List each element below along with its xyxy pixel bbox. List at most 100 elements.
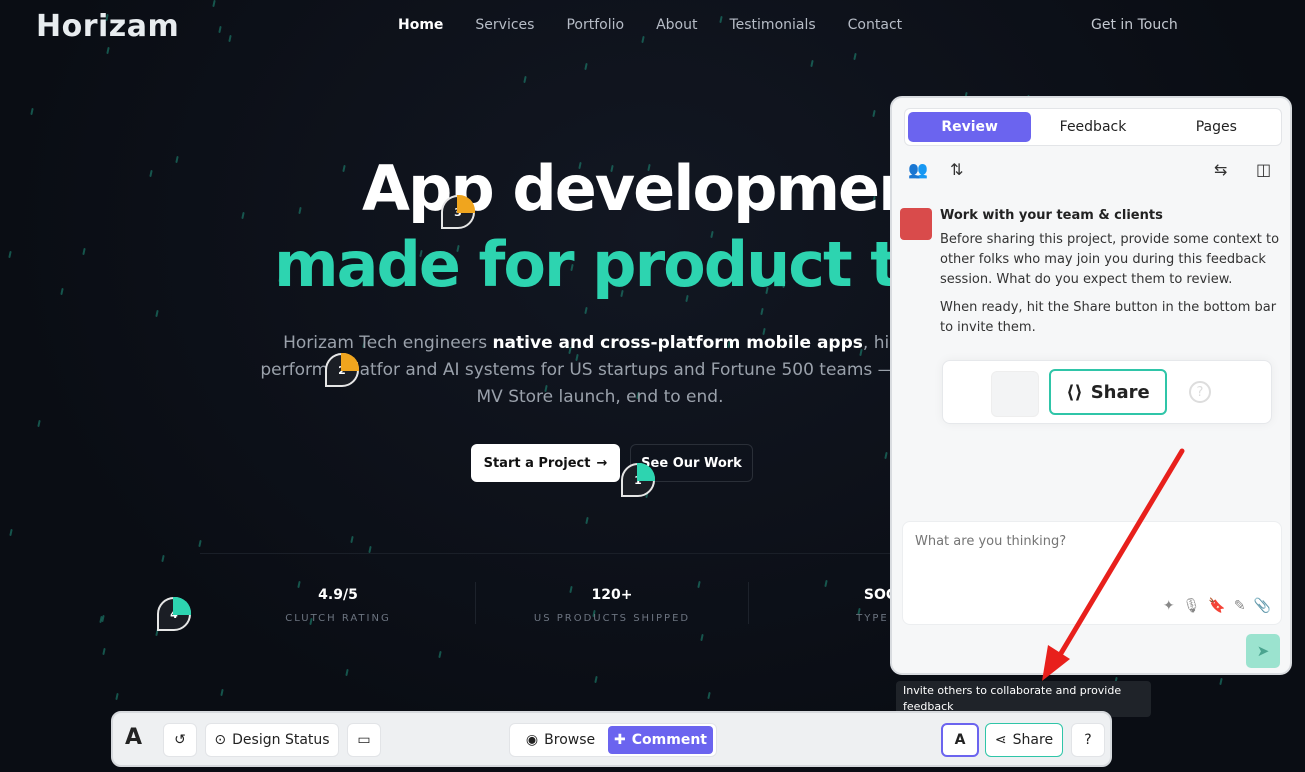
stat-separator	[475, 582, 476, 624]
eye-icon: ◉	[525, 732, 539, 748]
nav-testimonials[interactable]: Testimonials	[729, 17, 815, 33]
rain-streak	[342, 164, 346, 173]
rain-streak	[149, 169, 153, 178]
monitor-icon: ▭	[357, 732, 371, 748]
stat-products: 120+ US PRODUCTS SHIPPED	[533, 587, 691, 624]
message-paragraph: Before sharing this project, provide som…	[940, 232, 1280, 287]
rain-streak	[218, 25, 222, 34]
nav-portfolio[interactable]: Portfolio	[566, 17, 624, 33]
undo-button[interactable]: ↺	[163, 723, 197, 757]
rain-streak	[594, 675, 598, 684]
arrow-right-icon: →	[596, 455, 608, 471]
rain-streak	[700, 633, 704, 642]
rain-streak	[161, 554, 165, 563]
sparkle-icon[interactable]: ✦	[1163, 598, 1175, 614]
rain-streak	[345, 668, 349, 677]
help-icon: ?	[1189, 381, 1211, 403]
tab-pages[interactable]: Pages	[1155, 112, 1278, 142]
nav-about[interactable]: About	[656, 17, 697, 33]
rain-streak	[707, 691, 711, 700]
rain-streak	[9, 528, 13, 537]
site-nav: Home Services Portfolio About Testimonia…	[398, 17, 934, 33]
start-project-button[interactable]: Start a Project →	[471, 444, 620, 482]
attach-icon[interactable]: 📎	[1254, 598, 1271, 614]
stat-separator	[748, 582, 749, 624]
mode-switch: ◉ Browse ✚ Comment	[509, 723, 717, 757]
comment-mode-button[interactable]: ✚ Comment	[608, 726, 713, 754]
sort-icon[interactable]: ⇅	[950, 160, 963, 179]
rain-streak	[584, 306, 588, 315]
rain-streak	[175, 155, 179, 164]
comment-icon: ✚	[614, 732, 626, 748]
avatar	[900, 208, 932, 240]
browse-mode-button[interactable]: ◉ Browse	[513, 732, 608, 748]
share-illustration: ⟨⟩ Share ?	[942, 360, 1272, 424]
pen-icon[interactable]: ✎	[1234, 598, 1246, 614]
nav-home[interactable]: Home	[398, 17, 443, 33]
site-logo[interactable]: Horizam	[36, 9, 179, 44]
design-status-button[interactable]: ⊙ Design Status	[205, 723, 339, 757]
rain-streak	[198, 539, 202, 548]
comment-input[interactable]	[915, 534, 1265, 549]
bookmark-icon[interactable]: 🔖	[1208, 598, 1225, 614]
rain-streak	[438, 650, 442, 659]
rain-streak	[298, 206, 302, 215]
bottom-toolbar: A ↺ ⊙ Design Status ▭ ◉ Browse ✚ Comment A …	[111, 711, 1112, 767]
panel-toolbar: 👥 ⇅ ⇆ ◫	[908, 160, 1280, 186]
share-icon: ⋖	[994, 732, 1007, 748]
rain-streak	[810, 59, 814, 68]
undo-icon: ↺	[174, 732, 186, 748]
app-logo-icon: A	[954, 732, 966, 748]
rain-streak	[641, 35, 645, 44]
nav-contact[interactable]: Contact	[848, 17, 902, 33]
rain-streak	[228, 34, 232, 43]
comment-input-box: ✦ 🎙 🔖 ✎ 📎	[902, 521, 1282, 625]
rain-streak	[1219, 677, 1223, 686]
rain-streak	[872, 109, 876, 118]
invite-avatar-button[interactable]: A	[941, 723, 979, 757]
rain-streak	[585, 516, 589, 525]
rain-streak	[523, 75, 527, 84]
rain-streak	[102, 647, 106, 656]
rain-streak	[584, 62, 588, 71]
share-illustration-button: ⟨⟩ Share	[1049, 369, 1167, 415]
message-paragraph: When ready, hit the Share button in the …	[940, 300, 1277, 335]
device-button[interactable]: ▭	[347, 723, 381, 757]
comment-pin[interactable]: 4	[157, 597, 191, 631]
rain-streak	[350, 535, 354, 544]
share-icon: ⟨⟩	[1066, 381, 1083, 403]
input-actions: ✦ 🎙 🔖 ✎ 📎	[1163, 598, 1271, 614]
sidebar-toggle-icon[interactable]: ◫	[1256, 160, 1271, 179]
tab-feedback[interactable]: Feedback	[1031, 112, 1154, 142]
comment-pin[interactable]: 1	[621, 463, 655, 497]
rain-streak	[106, 46, 110, 55]
share-button[interactable]: ⋖ Share	[985, 723, 1063, 757]
tab-review[interactable]: Review	[908, 112, 1032, 142]
comment-pin[interactable]: 3	[441, 195, 475, 229]
send-button[interactable]: ➤	[1246, 634, 1280, 668]
rain-streak	[60, 287, 64, 296]
get-in-touch-link[interactable]: Get in Touch	[1091, 17, 1178, 33]
rain-streak	[760, 307, 764, 316]
rain-streak	[241, 211, 245, 220]
rain-streak	[115, 692, 119, 701]
comment-pin[interactable]: 2	[325, 353, 359, 387]
rain-streak	[37, 419, 41, 428]
mic-icon[interactable]: 🎙	[1183, 598, 1201, 614]
message-title: Work with your team & clients	[940, 208, 1163, 223]
stat-clutch: 4.9/5 CLUTCH RATING	[285, 587, 391, 624]
rain-streak	[8, 250, 12, 259]
rain-streak	[212, 0, 216, 8]
users-icon[interactable]: 👥	[908, 160, 928, 179]
send-icon: ➤	[1256, 642, 1270, 660]
rain-streak	[220, 688, 224, 697]
app-logo-icon[interactable]: A	[125, 725, 142, 750]
rain-streak	[853, 52, 857, 61]
rain-streak	[884, 451, 888, 460]
swap-icon[interactable]: ⇆	[1214, 160, 1227, 179]
rain-streak	[155, 309, 159, 318]
nav-services[interactable]: Services	[475, 17, 534, 33]
ghost-button	[991, 371, 1039, 417]
rain-streak	[30, 107, 34, 116]
help-button[interactable]: ?	[1071, 723, 1105, 757]
